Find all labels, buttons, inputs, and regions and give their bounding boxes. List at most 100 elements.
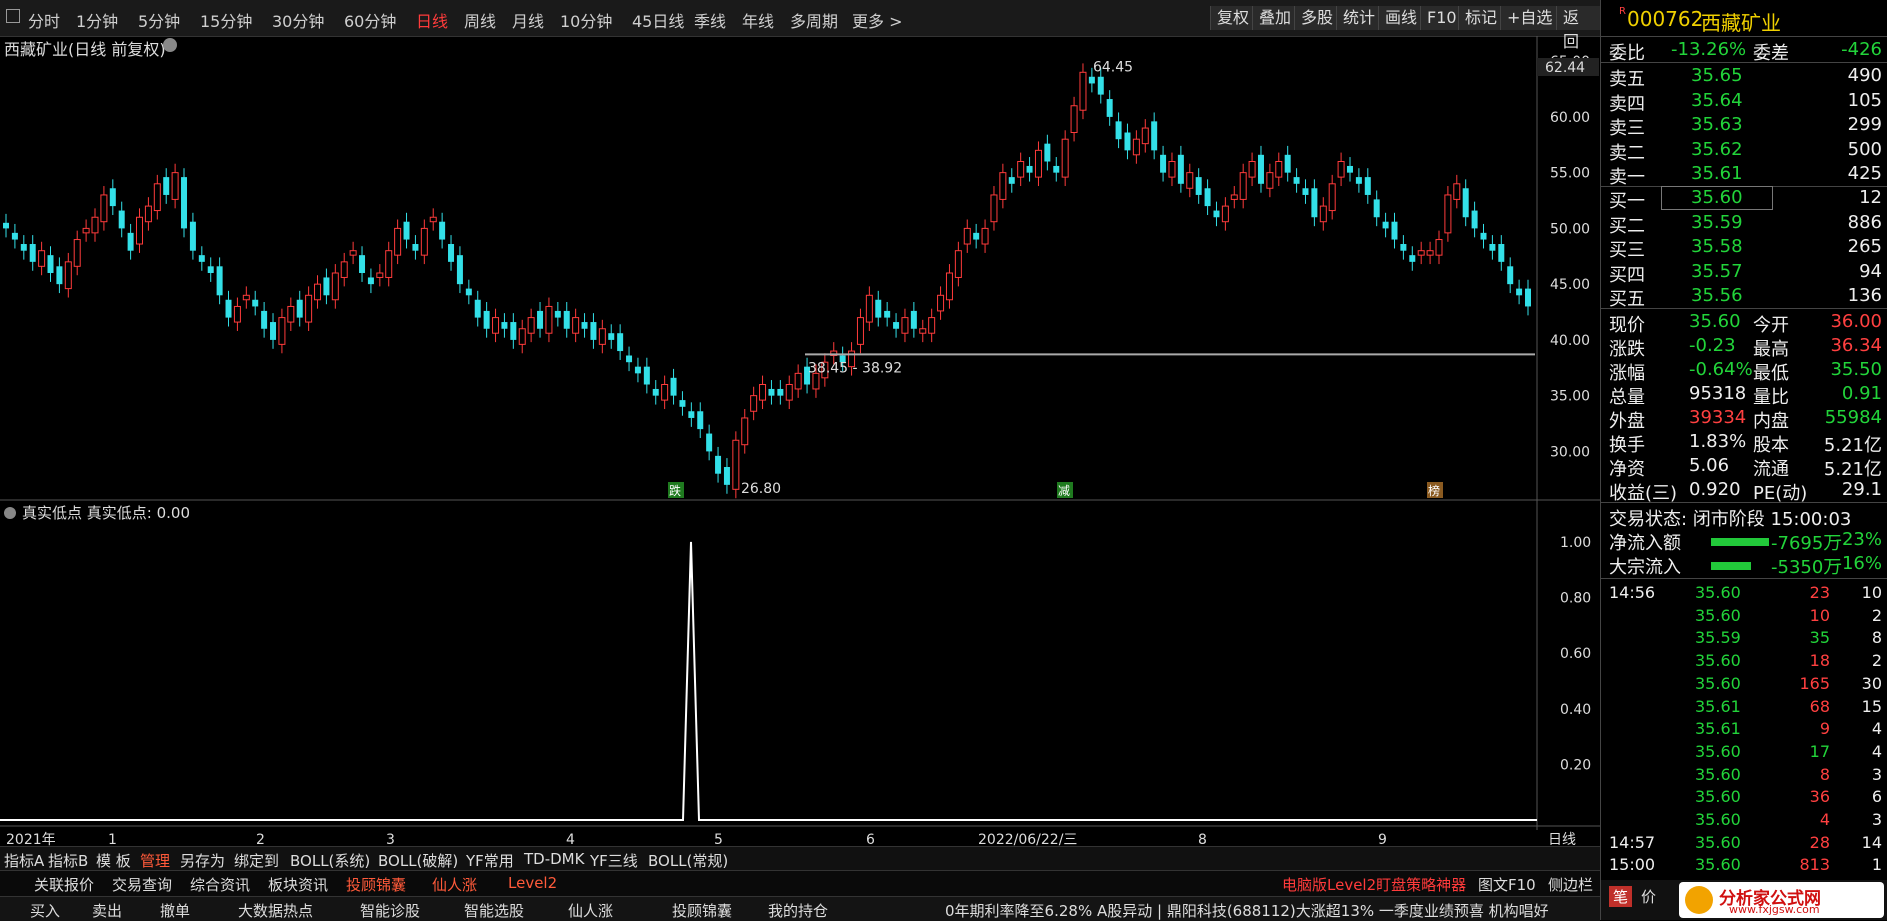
- status-item[interactable]: 仙人涨: [568, 900, 613, 921]
- event-marker-label: 榜: [1428, 483, 1440, 498]
- period-tab[interactable]: 年线: [742, 8, 774, 32]
- indicator-tab[interactable]: 另存为: [180, 850, 225, 871]
- tick-row: 35.60 18 2: [1695, 651, 1882, 671]
- candle-body: [643, 366, 650, 385]
- bottom-right-tab[interactable]: 图文F10: [1478, 874, 1536, 895]
- period-tab[interactable]: 周线: [464, 8, 496, 32]
- indicator-tab[interactable]: BOLL(系统): [290, 850, 370, 871]
- stat-row: 收益(三) 0.920 PE(动) 29.1: [1609, 479, 1882, 504]
- indicator-tab[interactable]: 模 板: [96, 850, 131, 871]
- candle-body: [189, 221, 196, 251]
- period-tab[interactable]: 1分钟: [76, 8, 118, 32]
- candle-body: [661, 384, 669, 401]
- indicator-tab[interactable]: 管理: [140, 850, 170, 871]
- period-tab[interactable]: 更多 >: [852, 8, 903, 32]
- period-tab[interactable]: 60分钟: [344, 8, 396, 32]
- indicator-tab[interactable]: 指标A: [4, 850, 44, 871]
- candle-body: [990, 194, 998, 223]
- bottom-right-tab[interactable]: 电脑版Level2盯盘策略神器: [1282, 874, 1466, 895]
- indicator-tab[interactable]: TD-DMK: [524, 850, 584, 868]
- toolbar-button[interactable]: 多股: [1294, 6, 1340, 30]
- bottom-tab[interactable]: 综合资讯: [190, 874, 250, 895]
- toolbar-button[interactable]: F10: [1420, 6, 1463, 30]
- candle-body: [634, 366, 641, 374]
- candle-body: [456, 255, 463, 285]
- period-tab[interactable]: 日线: [416, 8, 448, 32]
- bottom-tab[interactable]: Level2: [508, 874, 557, 892]
- bottom-right-tab[interactable]: 侧边栏: [1548, 874, 1593, 895]
- tick-row: 35.60 4 3: [1695, 810, 1882, 829]
- low-annotation: 26.80: [741, 481, 781, 497]
- candle-body: [163, 177, 170, 195]
- y-tick-label: 50.00: [1550, 221, 1590, 237]
- candle-body: [439, 221, 446, 240]
- status-item[interactable]: 买入: [30, 900, 60, 921]
- indicator-tab[interactable]: 指标B: [48, 850, 88, 871]
- news-ticker[interactable]: 0年期利率降至6.28% A股异动 | 鼎阳科技(688112)大涨超13% 一…: [945, 900, 1549, 921]
- window-menu-icon[interactable]: [6, 9, 20, 23]
- indicator-tab[interactable]: YF常用: [466, 850, 514, 871]
- candle-body: [1525, 288, 1531, 307]
- toolbar-button[interactable]: 返回: [1556, 6, 1600, 51]
- tab-price[interactable]: 价: [1641, 886, 1656, 907]
- bottom-tab[interactable]: 仙人涨: [432, 874, 477, 895]
- indicator-tab[interactable]: YF三线: [590, 850, 638, 871]
- bottom-tab[interactable]: 交易查询: [112, 874, 172, 895]
- toolbar-button[interactable]: 标记: [1458, 6, 1504, 30]
- status-item[interactable]: 我的持仓: [768, 900, 828, 921]
- candle-body: [109, 188, 116, 207]
- candle-body: [171, 172, 179, 200]
- period-tab[interactable]: 多周期: [790, 8, 838, 32]
- status-item[interactable]: 大数据热点: [238, 900, 313, 921]
- candle-body: [1034, 149, 1042, 178]
- toolbar-button[interactable]: +自选: [1500, 6, 1559, 30]
- candle-body: [181, 177, 188, 229]
- indicator-line: [0, 541, 1537, 821]
- toolbar-button[interactable]: 复权: [1210, 6, 1256, 30]
- candle-body: [732, 439, 740, 490]
- candle-body: [1435, 239, 1443, 256]
- indicator-tab[interactable]: 绑定到: [234, 850, 279, 871]
- toolbar-button[interactable]: 画线: [1378, 6, 1424, 30]
- period-tab[interactable]: 5分钟: [138, 8, 180, 32]
- status-item[interactable]: 卖出: [92, 900, 122, 921]
- period-tab[interactable]: 分时: [28, 8, 60, 32]
- period-tab[interactable]: 45日线: [632, 8, 684, 32]
- y-tick-label: 35.00: [1550, 389, 1590, 405]
- ask-row: 卖一 35.61 425: [1609, 163, 1882, 188]
- status-item[interactable]: 智能选股: [464, 900, 524, 921]
- candle-body: [1391, 221, 1398, 240]
- candle-body: [385, 250, 393, 278]
- toolbar-button[interactable]: 统计: [1336, 6, 1382, 30]
- candle-body: [741, 417, 749, 446]
- stock-name: 西藏矿业: [1701, 11, 1781, 35]
- bottom-tab[interactable]: 板块资讯: [268, 874, 328, 895]
- status-item[interactable]: 撤单: [160, 900, 190, 921]
- y-tick-label: 30.00: [1550, 444, 1590, 460]
- candle-body: [1293, 177, 1300, 184]
- candle-body: [270, 322, 277, 340]
- period-tab[interactable]: 30分钟: [272, 8, 324, 32]
- indicator-tab[interactable]: BOLL(常规): [648, 850, 728, 871]
- kline-chart[interactable]: 65.0060.0055.0050.0045.0040.0035.0030.00…: [0, 36, 1600, 848]
- indicator-tab[interactable]: BOLL(破解): [378, 850, 458, 871]
- tick-row: 35.61 68 15: [1695, 696, 1882, 716]
- status-item[interactable]: 智能诊股: [360, 900, 420, 921]
- candle-body: [785, 384, 793, 401]
- candle-body: [617, 333, 624, 352]
- toolbar-button[interactable]: 叠加: [1252, 6, 1298, 30]
- period-tab[interactable]: 月线: [512, 8, 544, 32]
- period-tab[interactable]: 10分钟: [560, 8, 612, 32]
- candle-body: [56, 266, 63, 285]
- tab-tick[interactable]: 笔: [1609, 886, 1633, 907]
- period-tab[interactable]: 季线: [694, 8, 726, 32]
- candle-body: [429, 216, 437, 223]
- status-item[interactable]: 投顾锦囊: [672, 900, 732, 921]
- stat-row: 换手 1.83% 股本 5.21亿: [1609, 431, 1882, 456]
- stat-row: 现价 35.60 今开 36.00: [1609, 311, 1882, 336]
- bottom-tab[interactable]: 关联报价: [34, 874, 94, 895]
- candle-body: [287, 305, 295, 323]
- bottom-tab[interactable]: 投顾锦囊: [346, 874, 406, 895]
- candle-body: [367, 277, 374, 285]
- period-tab[interactable]: 15分钟: [200, 8, 252, 32]
